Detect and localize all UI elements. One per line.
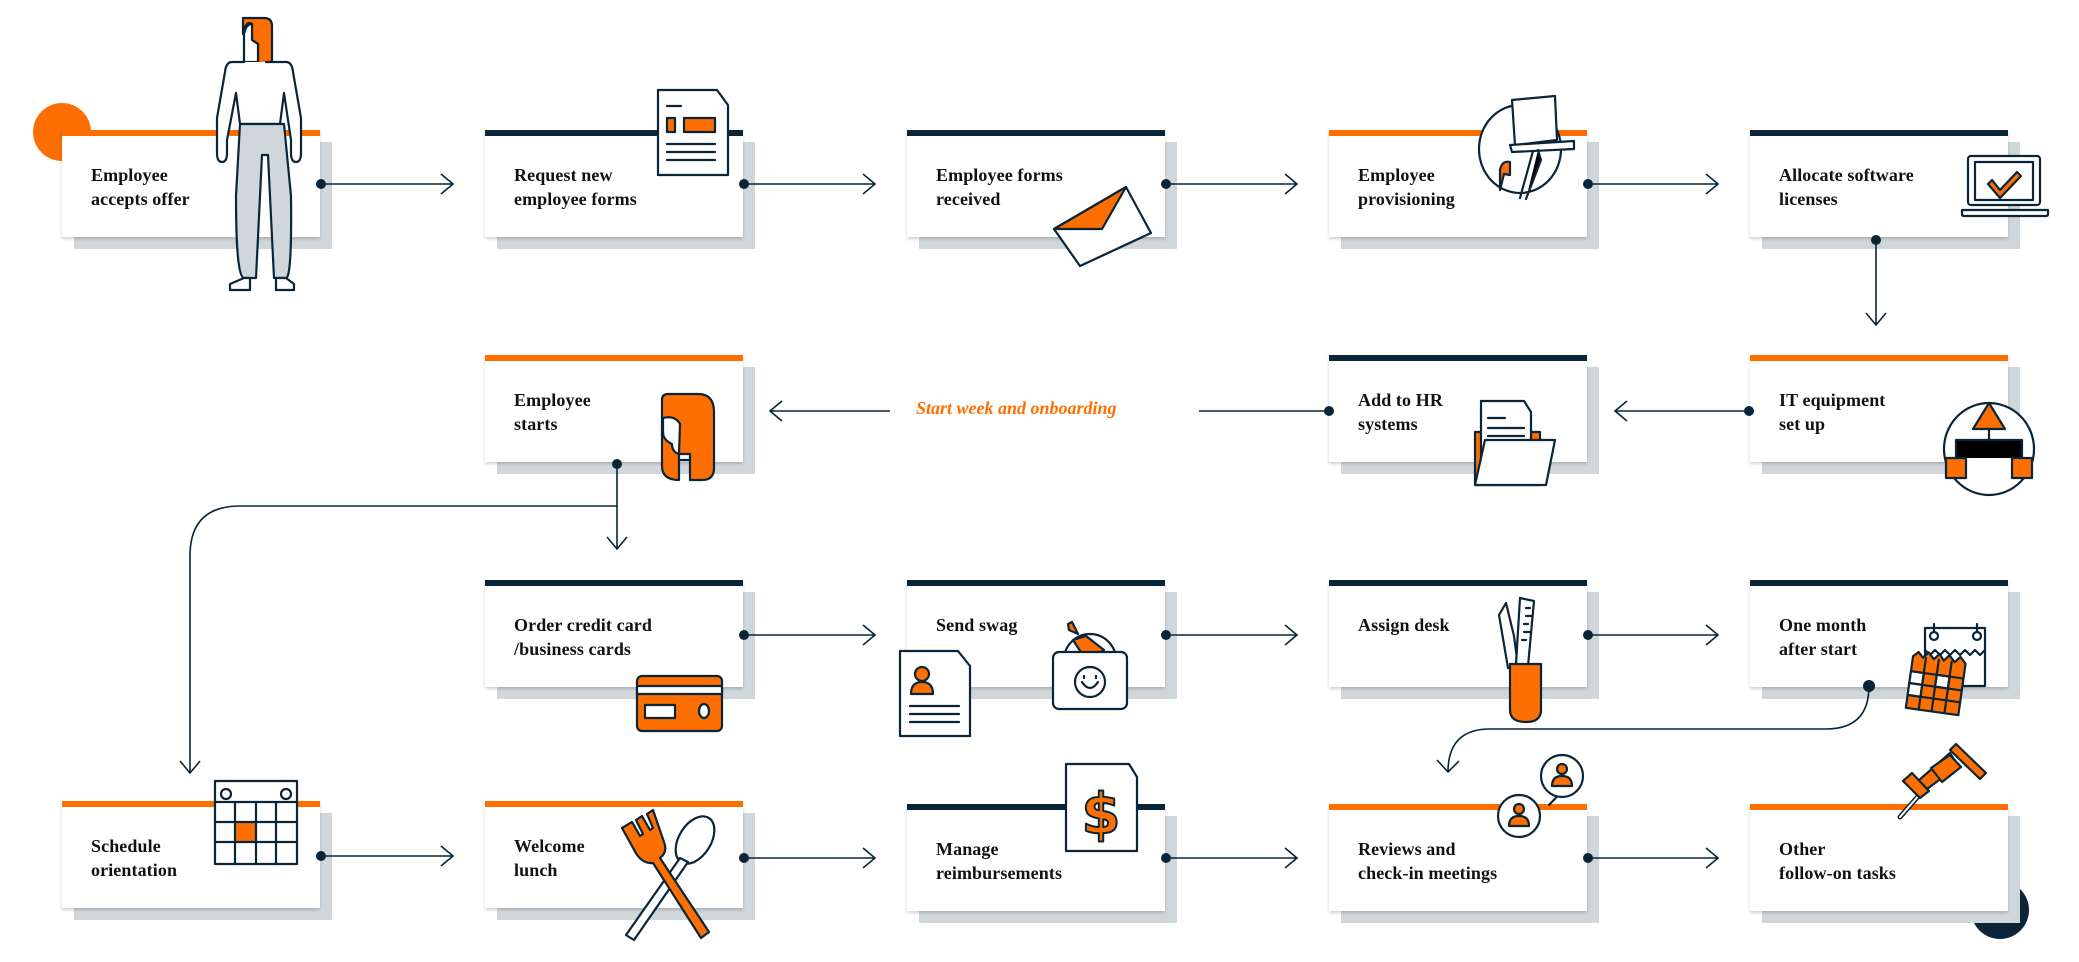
step-label-line: Manage [936, 839, 999, 859]
step-label-line: check-in meetings [1358, 863, 1498, 883]
card-top-bar [907, 580, 1165, 586]
step-label-line: Send swag [936, 615, 1018, 635]
step-label-line: Employee [91, 165, 168, 185]
card-top-bar [62, 801, 320, 807]
step-card-request-forms: Request new employee forms [485, 130, 743, 237]
step-label: Manage reimbursements [936, 837, 1062, 885]
step-label-line: starts [514, 414, 558, 434]
card-top-bar [485, 580, 743, 586]
step-label-line: reimbursements [936, 863, 1063, 883]
step-label-line: received [936, 189, 1001, 209]
step-label-line: Schedule [91, 836, 161, 856]
step-label-line: set up [1779, 414, 1826, 434]
card-top-bar [1329, 580, 1587, 586]
step-label-line: Request new [514, 165, 613, 185]
step-label: Employee accepts offer [91, 163, 190, 211]
card-top-bar [907, 804, 1165, 810]
step-label-line: systems [1358, 414, 1418, 434]
step-label: Assign desk [1358, 613, 1450, 637]
step-card-software-licenses: Allocate software licenses [1750, 130, 2008, 237]
step-label-line: Allocate software [1779, 165, 1914, 185]
step-card-schedule-orientation: Schedule orientation [62, 801, 320, 908]
step-label-line: Welcome [514, 836, 585, 856]
phase-label: Start week and onboarding [916, 398, 1117, 418]
step-card-send-swag: Send swag [907, 580, 1165, 687]
step-label-line: IT equipment [1779, 390, 1886, 410]
step-label-line: Employee [1358, 165, 1435, 185]
step-card-forms-received: Employee forms received [907, 130, 1165, 237]
step-label: Send swag [936, 613, 1017, 637]
step-label-line: lunch [514, 860, 558, 880]
card-top-bar [907, 130, 1165, 136]
step-label-line: accepts offer [91, 189, 190, 209]
step-label: One month after start [1779, 613, 1866, 661]
card-top-bar [1329, 355, 1587, 361]
step-label-line: follow-on tasks [1779, 863, 1897, 883]
step-card-hr-systems: Add to HR systems [1329, 355, 1587, 462]
step-label-line: Order credit card [514, 615, 652, 635]
step-label-line: Reviews and [1358, 839, 1456, 859]
card-top-bar [485, 801, 743, 807]
step-label-line: Assign desk [1358, 615, 1450, 635]
step-label-line: Employee forms [936, 165, 1063, 185]
step-card-welcome-lunch: Welcome lunch [485, 801, 743, 908]
step-label: Order credit card/business cards [514, 613, 652, 661]
step-label: IT equipment set up [1779, 388, 1885, 436]
step-card-employee-starts: Employee starts [485, 355, 743, 462]
step-label-line: after start [1779, 639, 1858, 659]
step-label: Welcome lunch [514, 834, 585, 882]
step-label: Other follow-on tasks [1779, 837, 1896, 885]
step-card-provisioning: Employee provisioning [1329, 130, 1587, 237]
step-label-line: /business cards [514, 639, 632, 659]
step-label: Schedule orientation [91, 834, 177, 882]
step-label-line: Add to HR [1358, 390, 1443, 410]
step-label-line: licenses [1779, 189, 1838, 209]
card-top-bar [1329, 804, 1587, 810]
step-card-assign-desk: Assign desk [1329, 580, 1587, 687]
card-top-bar [485, 130, 743, 136]
step-label: Employee forms received [936, 163, 1063, 211]
step-label-line: Other [1779, 839, 1826, 859]
step-label: Employee provisioning [1358, 163, 1455, 211]
card-top-bar [1329, 130, 1587, 136]
step-label: Request new employee forms [514, 163, 637, 211]
card-top-bar [1750, 804, 2008, 810]
step-card-accept-offer: Employee accepts offer [62, 130, 320, 237]
step-label: Allocate software licenses [1779, 163, 1914, 211]
card-top-bar [1750, 130, 2008, 136]
step-card-reimbursements: Manage reimbursements [907, 804, 1165, 911]
step-label-line: orientation [91, 860, 178, 880]
step-label: Add to HR systems [1358, 388, 1443, 436]
step-card-reviews: Reviews and check-in meetings [1329, 804, 1587, 911]
card-top-bar [62, 130, 320, 136]
card-top-bar [1750, 580, 2008, 586]
step-label-line: Employee [514, 390, 591, 410]
step-label: Employee starts [514, 388, 591, 436]
step-card-follow-on: Other follow-on tasks [1750, 804, 2008, 911]
step-card-it-equipment: IT equipment set up [1750, 355, 2008, 462]
step-label: Reviews and check-in meetings [1358, 837, 1497, 885]
step-label-line: provisioning [1358, 189, 1455, 209]
card-top-bar [485, 355, 743, 361]
step-label-line: employee forms [514, 189, 637, 209]
step-card-credit-cards: Order credit card/business cards [485, 580, 743, 687]
card-top-bar [1750, 355, 2008, 361]
onboarding-diagram: Employee accepts offer Request new employee… [0, 0, 2079, 962]
step-card-one-month: One month after start [1750, 580, 2008, 687]
step-label-line: One month [1779, 615, 1867, 635]
